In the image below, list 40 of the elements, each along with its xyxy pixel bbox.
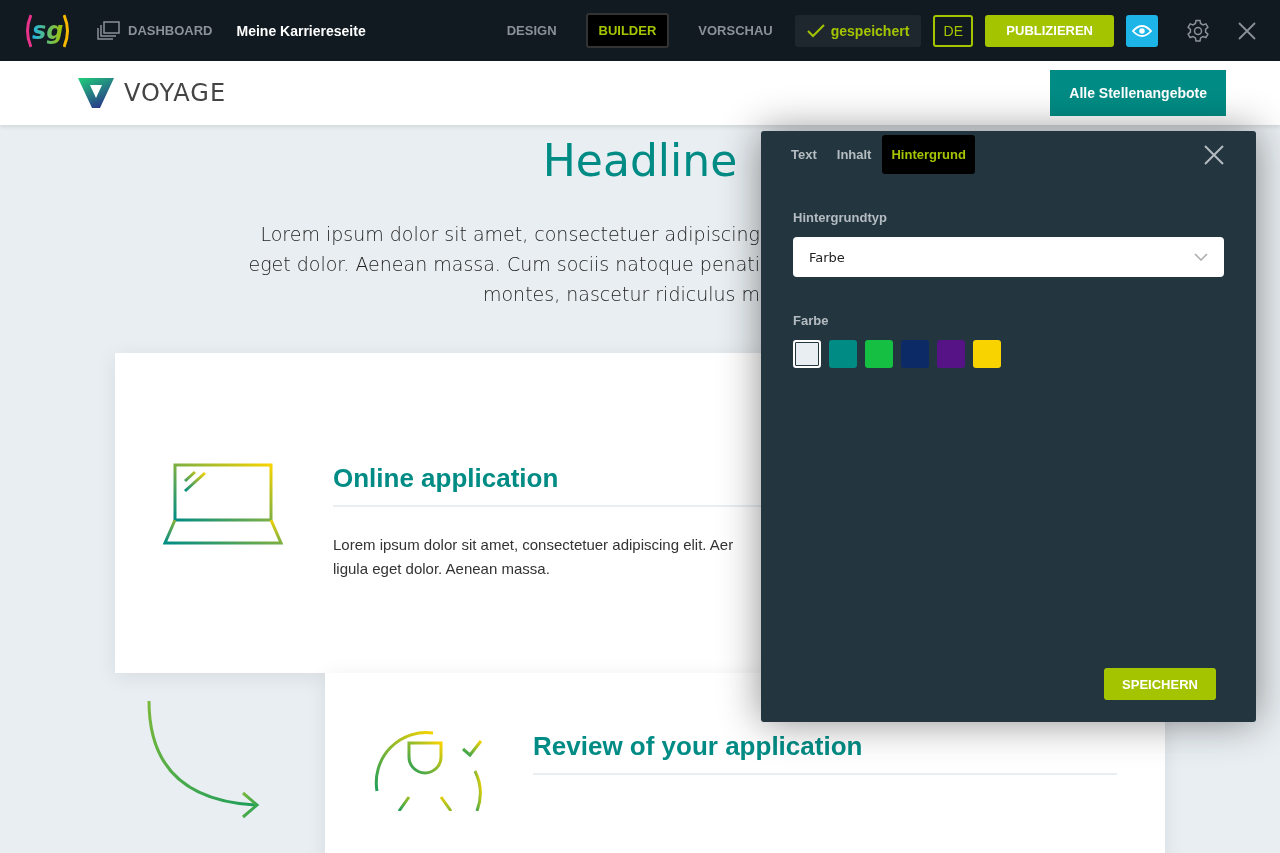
mode-tab[interactable]: DESIGN: [493, 13, 570, 48]
color-swatch[interactable]: [937, 340, 965, 368]
panel-tab[interactable]: Hintergrund: [882, 135, 975, 174]
step-text: ligula eget dolor. Aenean massa.: [333, 559, 551, 579]
field-label: Farbe: [793, 313, 830, 328]
chevron-down-icon: [1194, 253, 1208, 261]
step-title: Review of your application: [533, 731, 864, 763]
check-icon: [806, 23, 825, 38]
mode-tab[interactable]: BUILDER: [585, 13, 670, 48]
job-offers-button[interactable]: Alle Stellenangebote: [1050, 70, 1226, 116]
step-text: Lorem ipsum dolor sit amet, consectetuer adipiscing elit. Aer: [333, 535, 735, 555]
step-title: Online application: [333, 463, 560, 495]
background-type-select[interactable]: Farbe: [793, 237, 1224, 277]
saved-status: gespeichert: [794, 14, 922, 47]
eye-icon: [1132, 23, 1152, 38]
site-name: Meine Karriereseite: [236, 22, 366, 39]
language-button[interactable]: DE: [933, 14, 974, 47]
panel-tab[interactable]: Inhalt: [827, 135, 881, 174]
dashboard-link[interactable]: DASHBOARD: [96, 20, 213, 41]
intro-text: montes, nascetur ridiculus m: [482, 283, 760, 305]
color-swatch[interactable]: [973, 340, 1001, 368]
close-icon[interactable]: [1238, 21, 1256, 40]
intro-text: Lorem ipsum dolor sit amet, consectetuer adipiscing: [260, 223, 760, 245]
v-logo-icon: [78, 77, 114, 109]
color-swatch[interactable]: [901, 340, 929, 368]
color-swatch[interactable]: [793, 340, 821, 368]
brand-name: VOYAGE: [124, 79, 227, 107]
color-swatch[interactable]: [865, 340, 893, 368]
color-swatch[interactable]: [829, 340, 857, 368]
panel-tab[interactable]: Text: [782, 135, 826, 174]
headline: Headline: [542, 135, 738, 188]
mode-tab[interactable]: VORSCHAU: [685, 13, 786, 48]
layers-icon: [96, 20, 120, 41]
settings-icon[interactable]: [1186, 18, 1210, 43]
person-check-icon: [373, 731, 483, 811]
logo[interactable]: sg: [24, 10, 74, 51]
preview-button[interactable]: [1126, 14, 1158, 47]
close-icon[interactable]: [1204, 144, 1224, 165]
intro-text: eget dolor. Aenean massa. Cum sociis natoque penati: [248, 253, 760, 275]
field-label: Hintergrundtyp: [793, 210, 888, 225]
